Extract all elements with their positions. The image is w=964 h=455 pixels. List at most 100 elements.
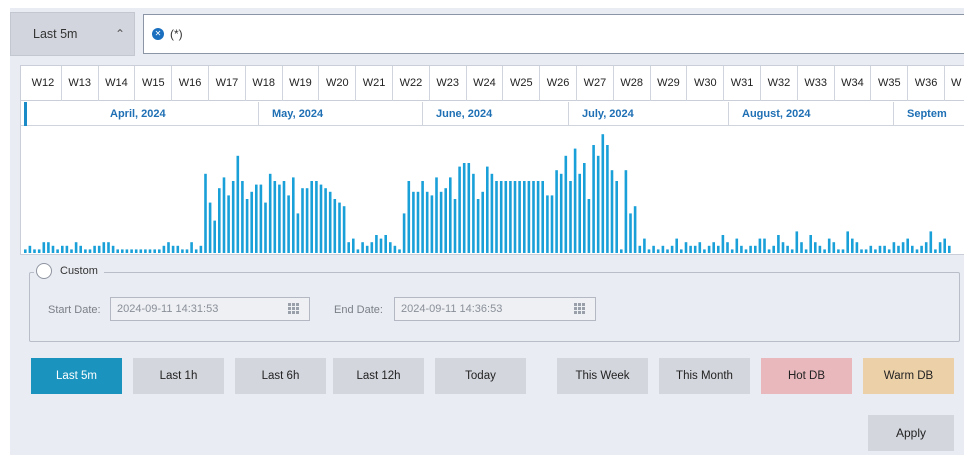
- histogram-bar[interactable]: [42, 242, 46, 253]
- histogram-bar[interactable]: [444, 188, 447, 253]
- histogram-bar[interactable]: [144, 249, 147, 253]
- week-cell[interactable]: W30: [687, 66, 725, 101]
- histogram-bar[interactable]: [920, 245, 923, 253]
- histogram-bar[interactable]: [795, 231, 799, 253]
- week-cell[interactable]: W13: [62, 66, 99, 101]
- quick-range-button[interactable]: This Week: [557, 358, 648, 394]
- week-cell[interactable]: W27: [577, 66, 614, 101]
- histogram-bar[interactable]: [185, 249, 189, 253]
- histogram-bar[interactable]: [365, 245, 369, 253]
- histogram-bar[interactable]: [620, 249, 623, 253]
- histogram-bar[interactable]: [236, 155, 240, 253]
- histogram-bar[interactable]: [102, 242, 106, 253]
- histogram-bar[interactable]: [851, 238, 854, 253]
- histogram-bar[interactable]: [684, 242, 688, 253]
- histogram-bar[interactable]: [379, 238, 383, 253]
- histogram-bar[interactable]: [255, 184, 258, 253]
- histogram-bar[interactable]: [744, 249, 748, 253]
- histogram-bar[interactable]: [213, 220, 216, 253]
- histogram-bar[interactable]: [495, 181, 498, 253]
- week-cell[interactable]: W36: [908, 66, 945, 101]
- histogram-bar[interactable]: [897, 245, 900, 253]
- histogram-bar[interactable]: [490, 173, 494, 253]
- histogram-bar[interactable]: [633, 206, 637, 253]
- histogram-bar[interactable]: [578, 173, 581, 253]
- histogram-bar[interactable]: [425, 191, 429, 253]
- histogram-bar[interactable]: [449, 177, 452, 253]
- month-cell[interactable]: May, 2024: [259, 102, 423, 126]
- histogram-bar[interactable]: [666, 249, 669, 253]
- histogram-bar[interactable]: [781, 242, 785, 253]
- custom-option[interactable]: Custom: [34, 263, 104, 279]
- histogram-bar[interactable]: [486, 166, 489, 253]
- histogram-bar[interactable]: [841, 249, 845, 253]
- histogram-bar[interactable]: [65, 245, 69, 253]
- quick-range-button[interactable]: Last 5m: [31, 358, 122, 394]
- histogram-bar[interactable]: [670, 245, 674, 253]
- histogram-bar[interactable]: [153, 249, 156, 253]
- histogram-bar[interactable]: [61, 245, 64, 253]
- histogram-bar[interactable]: [569, 181, 572, 253]
- quick-range-button[interactable]: Hot DB: [761, 358, 852, 394]
- week-cell[interactable]: W12: [25, 66, 62, 101]
- histogram-bar[interactable]: [97, 245, 101, 253]
- histogram-bar[interactable]: [398, 249, 401, 253]
- histogram-bar[interactable]: [171, 245, 175, 253]
- histogram-bar[interactable]: [832, 242, 836, 253]
- histogram-bar[interactable]: [504, 181, 508, 253]
- histogram-bar[interactable]: [37, 249, 41, 253]
- histogram-bar[interactable]: [892, 242, 896, 253]
- histogram-bar[interactable]: [546, 195, 549, 253]
- histogram-bar[interactable]: [730, 249, 734, 253]
- month-cell[interactable]: June, 2024: [423, 102, 569, 126]
- calendar-icon[interactable]: [288, 303, 301, 315]
- histogram-bar[interactable]: [624, 170, 628, 253]
- histogram-bar[interactable]: [190, 242, 193, 253]
- histogram-bar[interactable]: [356, 249, 360, 253]
- histogram-bar[interactable]: [407, 181, 411, 253]
- week-cell[interactable]: W26: [540, 66, 577, 101]
- histogram-bar[interactable]: [772, 245, 775, 253]
- histogram-bar[interactable]: [887, 249, 891, 253]
- apply-button[interactable]: Apply: [868, 415, 954, 451]
- histogram-bar[interactable]: [726, 242, 729, 253]
- week-cell[interactable]: W: [945, 66, 964, 101]
- histogram-bar[interactable]: [28, 245, 32, 253]
- histogram-bar[interactable]: [158, 249, 161, 253]
- histogram-bar[interactable]: [393, 245, 397, 253]
- histogram-bar[interactable]: [610, 170, 614, 253]
- week-cell[interactable]: W28: [614, 66, 651, 101]
- histogram-bar[interactable]: [869, 245, 873, 253]
- histogram-bar[interactable]: [559, 173, 563, 253]
- histogram-bar[interactable]: [268, 173, 272, 253]
- histogram-bar[interactable]: [56, 249, 59, 253]
- histogram-bar[interactable]: [818, 245, 822, 253]
- histogram-bar[interactable]: [523, 181, 526, 253]
- histogram-bar[interactable]: [786, 245, 789, 253]
- start-date-field[interactable]: 2024-09-11 14:31:53: [110, 297, 310, 321]
- histogram-bar[interactable]: [139, 249, 143, 253]
- histogram-bar[interactable]: [125, 249, 129, 253]
- week-cell[interactable]: W19: [283, 66, 320, 101]
- histogram-bar[interactable]: [435, 177, 438, 253]
- quick-range-button[interactable]: Last 1h: [133, 358, 224, 394]
- quick-range-button[interactable]: Last 12h: [333, 358, 424, 394]
- histogram-bar[interactable]: [938, 242, 942, 253]
- histogram-bar[interactable]: [527, 181, 531, 253]
- histogram-bar[interactable]: [333, 199, 337, 253]
- histogram-bar[interactable]: [231, 181, 235, 253]
- histogram-bar[interactable]: [592, 145, 595, 253]
- histogram-bar[interactable]: [116, 249, 119, 253]
- histogram-bar[interactable]: [338, 202, 341, 253]
- histogram-bar[interactable]: [754, 245, 757, 253]
- histogram-bar[interactable]: [906, 238, 909, 253]
- histogram-bar[interactable]: [693, 245, 697, 253]
- quick-range-button[interactable]: Warm DB: [863, 358, 954, 394]
- histogram-bar[interactable]: [855, 242, 859, 253]
- histogram-bar[interactable]: [194, 249, 198, 253]
- histogram-bar[interactable]: [458, 166, 461, 253]
- histogram-bar[interactable]: [121, 249, 124, 253]
- histogram-bar[interactable]: [310, 181, 313, 253]
- histogram-bar[interactable]: [680, 249, 683, 253]
- histogram-bar[interactable]: [93, 245, 96, 253]
